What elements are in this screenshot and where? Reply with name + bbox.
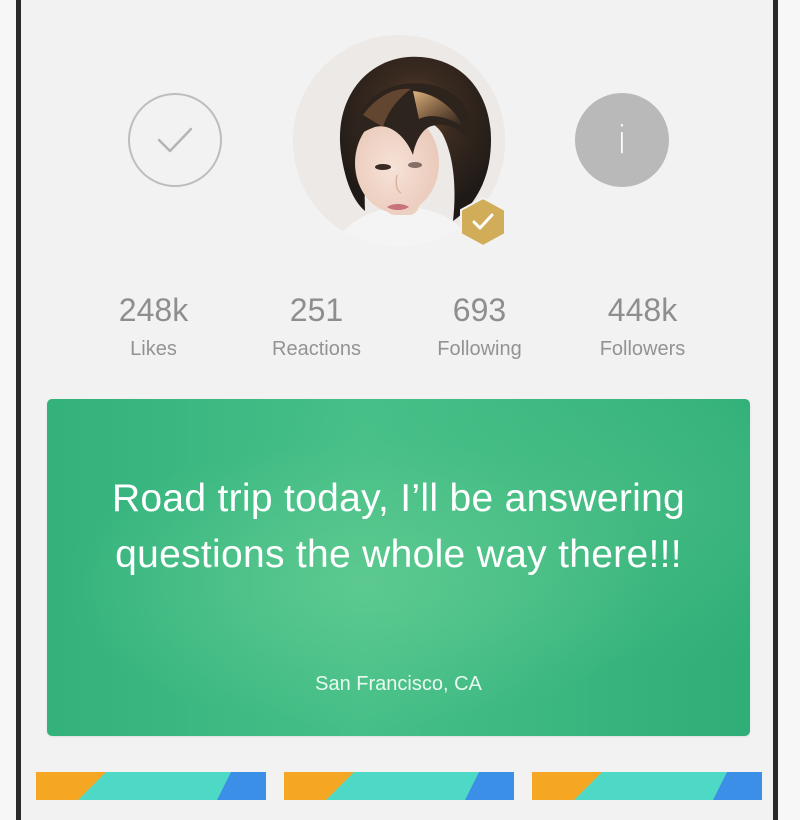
post-tile[interactable] xyxy=(532,772,762,800)
stat-value: 251 xyxy=(289,292,344,328)
profile-screen: i 248k Likes 251 Reactions 693 Following… xyxy=(21,0,773,800)
stat-followers[interactable]: 448k Followers xyxy=(561,290,724,370)
info-icon: i xyxy=(616,118,628,162)
status-location: San Francisco, CA xyxy=(315,673,482,695)
stat-likes[interactable]: 248k Likes xyxy=(72,290,235,370)
status-text: Road trip today, I’ll be answering quest… xyxy=(111,477,686,576)
stat-label: Likes xyxy=(130,338,177,360)
status-card[interactable]: Road trip today, I’ll be answering quest… xyxy=(47,399,750,736)
stat-label: Followers xyxy=(599,338,686,360)
stats-row: 248k Likes 251 Reactions 693 Following 4… xyxy=(72,290,724,370)
stat-following[interactable]: 693 Following xyxy=(398,290,561,370)
checkmark-icon xyxy=(157,127,193,153)
tile-pattern xyxy=(284,772,514,800)
verified-badge-icon xyxy=(460,197,506,247)
info-button[interactable]: i xyxy=(575,93,669,187)
stat-reactions[interactable]: 251 Reactions xyxy=(235,290,398,370)
stat-value: 448k xyxy=(607,292,678,328)
stat-value: 248k xyxy=(118,292,189,328)
stat-value: 693 xyxy=(452,292,507,328)
post-tile[interactable] xyxy=(36,772,266,800)
stat-label: Following xyxy=(437,338,522,360)
stat-label: Reactions xyxy=(272,338,361,360)
check-button[interactable] xyxy=(128,93,222,187)
tile-pattern xyxy=(532,772,762,800)
post-tile[interactable] xyxy=(284,772,514,800)
tile-pattern xyxy=(36,772,266,800)
